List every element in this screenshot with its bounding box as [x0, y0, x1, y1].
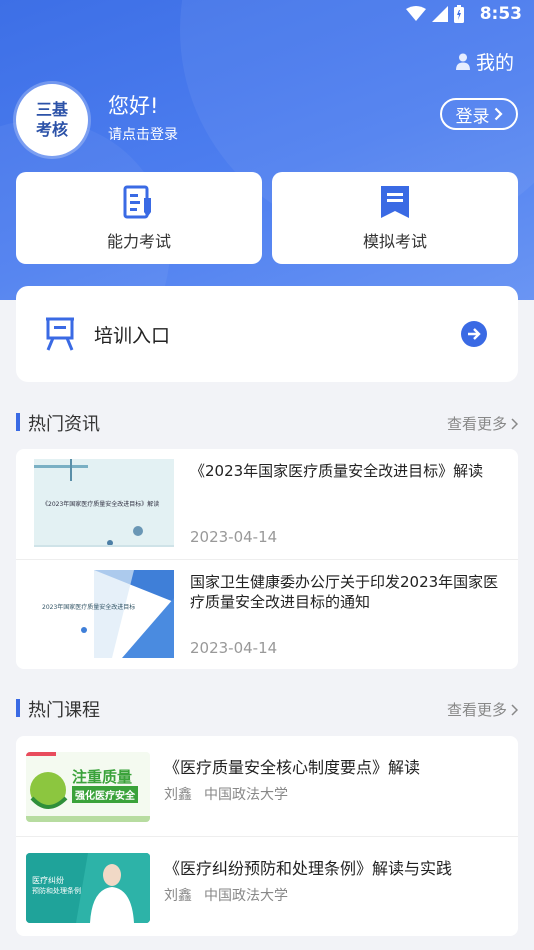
chevron-right-icon [511, 703, 518, 716]
greeting-text: 您好! [108, 94, 159, 118]
course-author: 刘鑫 [164, 888, 192, 904]
arrow-right-circle-icon [461, 321, 487, 347]
login-button[interactable]: 登录 [440, 98, 518, 130]
mock-exam-icon [381, 186, 409, 218]
ability-exam-button[interactable]: 能力考试 [16, 172, 262, 264]
news-title: 《2023年国家医疗质量安全改进目标》解读 [190, 462, 484, 480]
news-thumbnail-caption: 《2023年国家医疗质量安全改进目标》解读 [42, 501, 160, 508]
courses-section-title: 热门课程 [28, 700, 100, 721]
exam-edit-icon [123, 185, 151, 219]
news-date: 2023-04-14 [190, 639, 278, 657]
course-thumbnail-subline: 强化医疗安全 [72, 786, 138, 803]
logo-line-2: 考核 [35, 120, 68, 139]
course-title: 《医疗质量安全核心制度要点》解读 [164, 758, 421, 777]
course-author: 刘鑫 [164, 787, 192, 803]
login-prompt[interactable]: 请点击登录 [108, 124, 178, 144]
course-thumbnail-subline: 预防和处理条例 [32, 887, 81, 895]
chevron-right-icon [511, 417, 518, 430]
news-list: 《2023年国家医疗质量安全改进目标》解读 《2023年国家医疗质量安全改进目标… [16, 449, 518, 669]
my-label: 我的 [475, 52, 514, 74]
news-more-link[interactable]: 查看更多 [447, 413, 518, 434]
clock: 8:53 [479, 4, 522, 24]
news-title: 国家卫生健康委办公厅关于印发2023年国家医疗质量安全改进目标的通知 [190, 573, 499, 611]
course-thumbnail-headline: 医疗纠纷 [32, 876, 64, 885]
course-title: 《医疗纠纷预防和处理条例》解读与实践 [164, 859, 453, 878]
course-thumbnail: 医疗纠纷 预防和处理条例 [26, 853, 150, 923]
user-icon [455, 53, 470, 70]
signal-icon [432, 6, 448, 22]
courses-section-header: 热门课程 查看更多 [16, 696, 518, 721]
news-section-header: 热门资讯 查看更多 [16, 410, 518, 435]
training-board-icon [46, 317, 74, 351]
course-meta: 刘鑫 中国政法大学 [164, 885, 288, 905]
course-meta: 刘鑫 中国政法大学 [164, 784, 288, 804]
training-entry[interactable]: 培训入口 [16, 286, 518, 382]
course-thumbnail-headline: 注重质量 [72, 768, 133, 786]
battery-icon [454, 5, 464, 23]
wifi-icon [406, 6, 426, 21]
news-section-title: 热门资讯 [28, 414, 100, 435]
ability-exam-label: 能力考试 [106, 232, 171, 251]
news-thumbnail: 2023年国家医疗质量安全改进目标 [34, 570, 174, 658]
news-thumbnail: 《2023年国家医疗质量安全改进目标》解读 [34, 459, 174, 547]
news-thumbnail-caption: 2023年国家医疗质量安全改进目标 [42, 604, 136, 611]
courses-more-link[interactable]: 查看更多 [447, 699, 518, 720]
news-date: 2023-04-14 [190, 528, 278, 546]
mock-exam-button[interactable]: 模拟考试 [272, 172, 518, 264]
status-bar: 8:53 [0, 0, 534, 28]
app-logo: 三基 考核 [16, 84, 88, 156]
course-org: 中国政法大学 [204, 787, 288, 803]
logo-line-1: 三基 [35, 100, 68, 119]
course-org: 中国政法大学 [204, 888, 288, 904]
course-item[interactable]: 注重质量 强化医疗安全 《医疗质量安全核心制度要点》解读 刘鑫 中国政法大学 [16, 736, 518, 836]
training-label: 培训入口 [94, 325, 171, 347]
chevron-right-icon [494, 107, 503, 121]
course-item[interactable]: 医疗纠纷 预防和处理条例 《医疗纠纷预防和处理条例》解读与实践 刘鑫 中国政法大学 [16, 836, 518, 936]
mock-exam-label: 模拟考试 [362, 232, 427, 251]
news-item[interactable]: 2023年国家医疗质量安全改进目标 国家卫生健康委办公厅关于印发2023年国家医… [16, 559, 518, 669]
news-more-label: 查看更多 [446, 415, 507, 433]
my-profile-link[interactable]: 我的 [455, 48, 514, 75]
courses-more-label: 查看更多 [446, 701, 507, 719]
login-button-label: 登录 [455, 106, 490, 127]
news-item[interactable]: 《2023年国家医疗质量安全改进目标》解读 《2023年国家医疗质量安全改进目标… [16, 449, 518, 559]
course-thumbnail: 注重质量 强化医疗安全 [26, 752, 150, 822]
course-list: 注重质量 强化医疗安全 《医疗质量安全核心制度要点》解读 刘鑫 中国政法大学 医疗… [16, 736, 518, 936]
